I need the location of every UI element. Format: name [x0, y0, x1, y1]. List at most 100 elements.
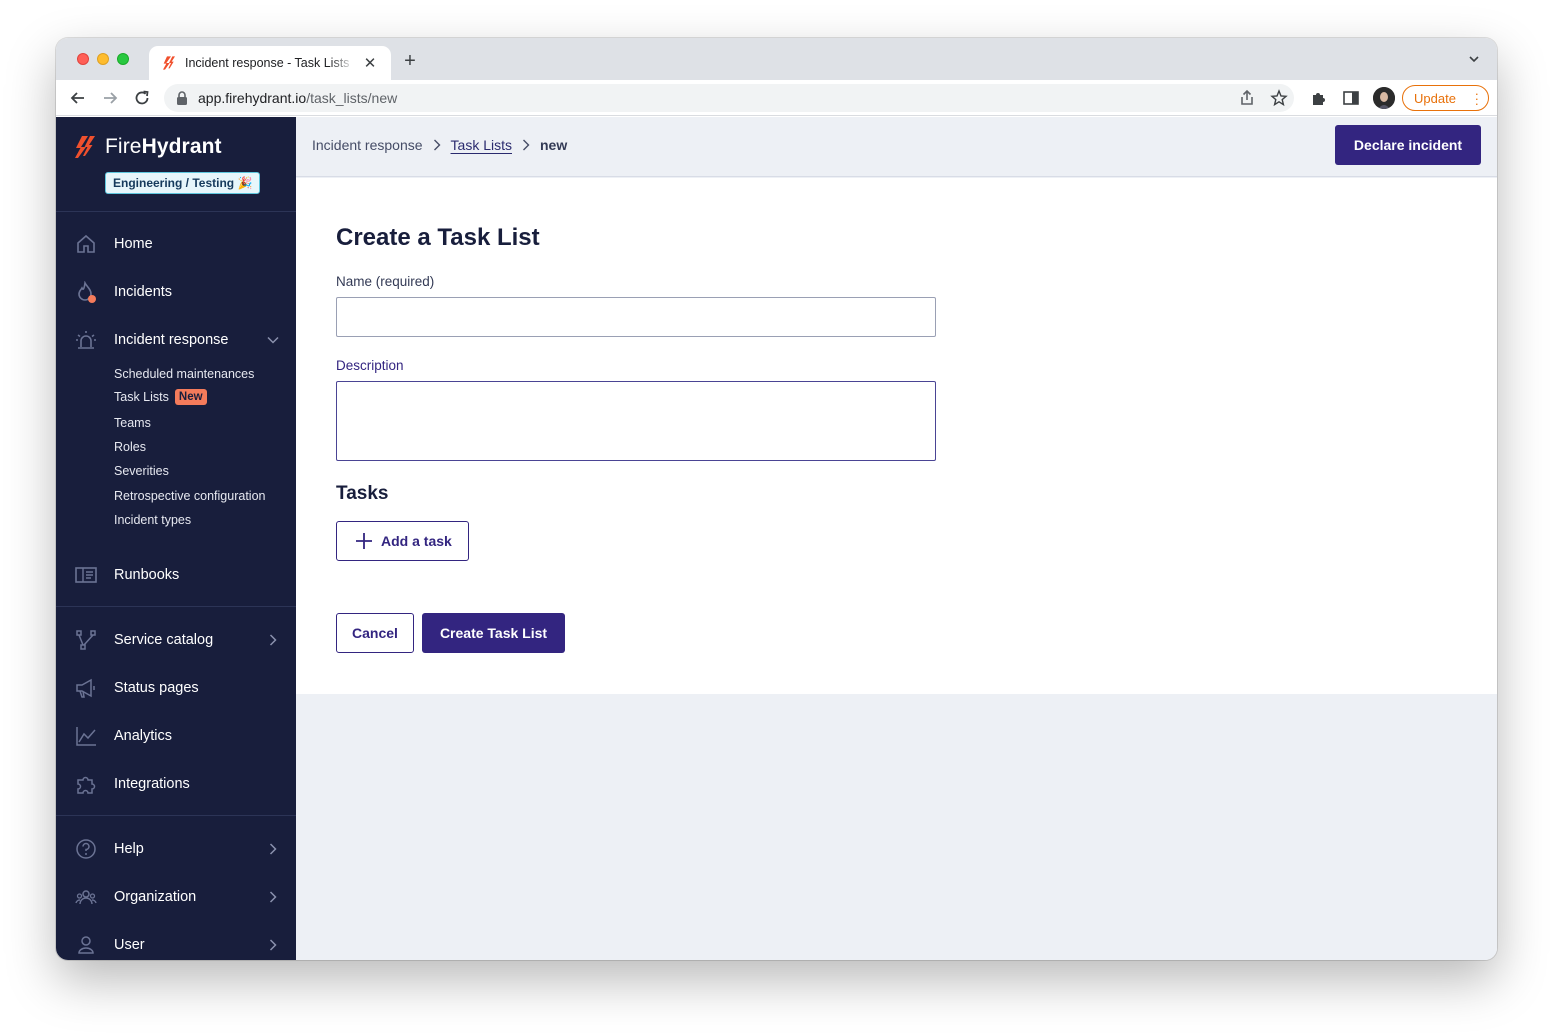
sidebar-item-home[interactable]: Home [56, 224, 296, 264]
sidebar-subitem-severities[interactable]: Severities [114, 464, 169, 478]
sidebar-item-label: Runbooks [114, 567, 180, 583]
chevron-right-icon [269, 939, 277, 951]
new-badge: New [174, 389, 207, 405]
chevron-right-icon [433, 139, 441, 151]
sidebar-item-label: Incident response [114, 332, 229, 348]
sidebar-item-help[interactable]: Help [56, 829, 296, 869]
sidebar-item-incident-response[interactable]: Incident response [56, 320, 296, 360]
sidebar-item-label: Analytics [114, 728, 173, 744]
tasks-heading: Tasks [336, 483, 389, 504]
add-task-button[interactable]: Add a task [336, 521, 469, 561]
brand-name: FireHydrant [105, 135, 222, 159]
siren-icon [76, 331, 96, 349]
sidebar-item-label: Service catalog [114, 632, 214, 648]
sidebar-subitem-incident-types[interactable]: Incident types [114, 513, 191, 527]
sidebar-subitem-scheduled-maintenances[interactable]: Scheduled maintenances [114, 367, 254, 381]
brand-name-bold: Hydrant [141, 135, 222, 158]
add-task-label: Add a task [381, 533, 452, 549]
flame-icon [78, 281, 96, 303]
sidebar-item-label: Incidents [114, 284, 173, 300]
sidebar-subitem-teams[interactable]: Teams [114, 416, 151, 430]
tab-strip: Incident response - Task Lists ✕ + [56, 38, 1497, 80]
app-root: FireHydrant Engineering / Testing 🎉 Home… [56, 117, 1497, 960]
chevron-right-icon [269, 891, 277, 903]
environment-badge[interactable]: Engineering / Testing 🎉 [105, 172, 261, 194]
reload-icon[interactable] [132, 88, 152, 108]
update-label: Update [1414, 90, 1456, 106]
sidebar-subitem-label: Incident types [114, 513, 192, 527]
line-chart-icon [76, 727, 96, 746]
sidebar-item-incidents[interactable]: Incidents [56, 272, 296, 312]
chevron-down-icon [267, 336, 279, 344]
chevron-right-icon [269, 843, 277, 855]
url-text: app.firehydrant.io/task_lists/new [198, 90, 397, 106]
profile-avatar[interactable] [1373, 87, 1395, 109]
declare-incident-button[interactable]: Declare incident [1335, 125, 1481, 165]
main-area: Incident response Task Lists new Declare… [296, 117, 1497, 960]
sidebar-subitem-retrospective-configuration[interactable]: Retrospective configuration [114, 489, 265, 503]
breadcrumb-incident-response[interactable]: Incident response [312, 137, 423, 153]
new-tab-button[interactable]: + [400, 50, 420, 72]
tab-search-chevron-icon[interactable] [1467, 52, 1481, 66]
breadcrumb-task-lists-link[interactable]: Task Lists [451, 137, 512, 153]
create-task-list-button[interactable]: Create Task List [422, 613, 565, 653]
minimize-window-button[interactable] [97, 53, 109, 65]
sidebar-subitem-label: Retrospective configuration [114, 489, 266, 503]
sidebar-item-user[interactable]: User [56, 925, 296, 960]
description-label: Description [336, 358, 404, 373]
sidebar-subitem-label: Scheduled maintenances [114, 367, 255, 381]
puzzle-icon [77, 776, 96, 794]
description-textarea[interactable] [336, 381, 936, 461]
extensions-puzzle-icon[interactable] [1310, 89, 1328, 107]
side-panel-icon[interactable] [1342, 89, 1360, 107]
sidebar-divider [56, 211, 296, 212]
breadcrumb-current: new [540, 137, 568, 153]
sidebar-subitem-label: Roles [114, 440, 146, 454]
zoom-window-button[interactable] [117, 53, 129, 65]
browser-tab-active[interactable]: Incident response - Task Lists ✕ [149, 46, 391, 80]
close-window-button[interactable] [77, 53, 89, 65]
sidebar-item-organization[interactable]: Organization [56, 877, 296, 917]
back-arrow-icon[interactable] [68, 88, 88, 108]
name-input[interactable] [336, 297, 936, 337]
form-panel: Create a Task List Name (required) Descr… [296, 178, 1497, 694]
profile-avatar-icon [1373, 87, 1395, 109]
book-icon [75, 567, 97, 583]
sidebar-item-service-catalog[interactable]: Service catalog [56, 620, 296, 660]
brand-logo[interactable]: FireHydrant [73, 135, 222, 159]
sidebar-subitem-roles[interactable]: Roles [114, 440, 146, 454]
bookmark-star-icon[interactable] [1270, 89, 1288, 107]
sidebar-subitem-label: Severities [114, 464, 169, 478]
sidebar-item-label: Home [114, 236, 153, 252]
forward-arrow-icon[interactable] [100, 88, 120, 108]
user-icon [78, 936, 94, 954]
firehydrant-logo-icon [75, 136, 95, 158]
address-bar[interactable]: app.firehydrant.io/task_lists/new [164, 84, 1294, 112]
firehydrant-favicon-icon [163, 56, 175, 70]
home-icon [77, 234, 95, 253]
sidebar: FireHydrant Engineering / Testing 🎉 Home… [56, 117, 296, 960]
sidebar-item-status-pages[interactable]: Status pages [56, 668, 296, 708]
tab-close-icon[interactable]: ✕ [361, 54, 379, 72]
breadcrumb: Incident response Task Lists new [312, 137, 567, 153]
browser-update-button[interactable]: Update · · · [1402, 85, 1489, 111]
lock-icon [177, 91, 187, 105]
network-icon [76, 630, 96, 650]
browser-window: Incident response - Task Lists ✕ + app.f… [56, 38, 1497, 960]
sidebar-divider [56, 815, 296, 816]
sidebar-item-runbooks[interactable]: Runbooks [56, 555, 296, 595]
sidebar-subitem-task-lists[interactable]: Task Lists New [114, 389, 207, 405]
plus-icon [356, 533, 372, 549]
sidebar-subitem-label: Task Lists [114, 390, 169, 404]
sidebar-item-label: User [114, 937, 145, 953]
page-header: Incident response Task Lists new Declare… [296, 117, 1497, 177]
people-icon [75, 890, 97, 905]
brand-name-light: Fire [105, 135, 142, 158]
sidebar-item-integrations[interactable]: Integrations [56, 764, 296, 804]
share-icon[interactable] [1238, 89, 1256, 107]
cancel-button[interactable]: Cancel [336, 613, 414, 653]
sidebar-item-analytics[interactable]: Analytics [56, 716, 296, 756]
chevron-right-icon [523, 139, 530, 151]
sidebar-subitem-label: Teams [114, 416, 151, 430]
sidebar-item-label: Status pages [114, 680, 199, 696]
